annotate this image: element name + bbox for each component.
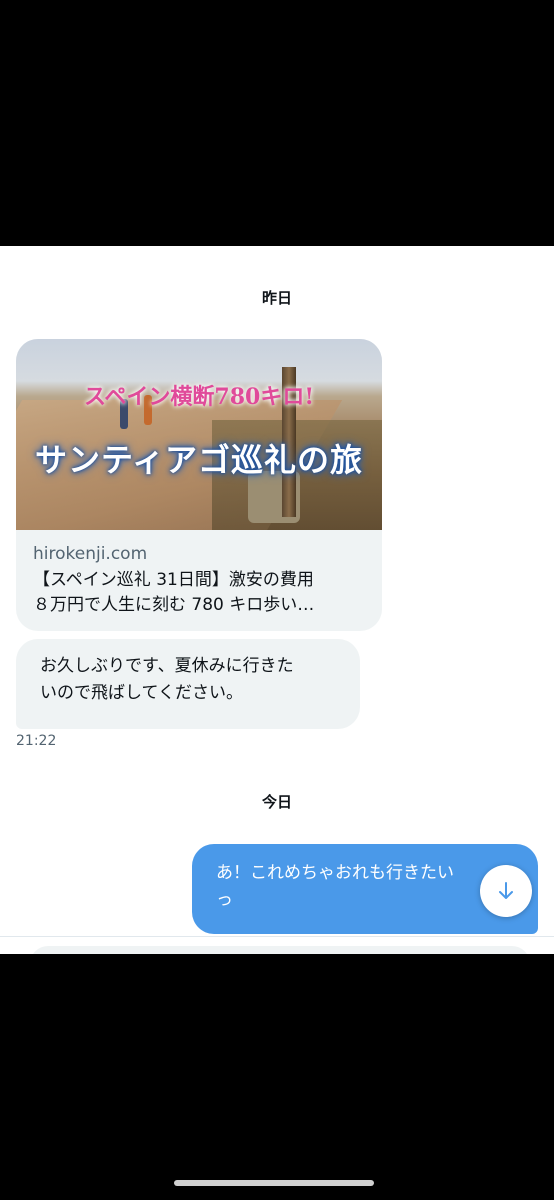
link-preview-card[interactable]: スペイン横断780キロ! サンティアゴ巡礼の旅 hirokenji.com 【ス… bbox=[16, 339, 382, 631]
received-message-bubble[interactable]: お久しぶりです、夏休みに行きた いので飛ばしてください。 bbox=[16, 639, 360, 729]
image-caption-main: サンティアゴ巡礼の旅 bbox=[34, 441, 364, 479]
scroll-to-bottom-button[interactable] bbox=[480, 865, 532, 917]
message-line: あ！これめちゃおれも行きたい bbox=[216, 863, 454, 883]
link-preview-image[interactable]: スペイン横断780キロ! サンティアゴ巡礼の旅 bbox=[16, 339, 382, 530]
link-title: 【スペイン巡礼 31日間】激安の費用 ８万円で人生に刻む 780 キロ歩い… bbox=[33, 568, 373, 618]
message-timestamp: 21:22 bbox=[16, 733, 57, 749]
composer-divider bbox=[0, 936, 554, 937]
message-line: お久しぶりです、夏休みに行きた bbox=[40, 656, 294, 676]
date-separator-yesterday: 昨日 bbox=[261, 289, 292, 307]
message-line: っ bbox=[216, 890, 233, 910]
home-indicator[interactable] bbox=[174, 1180, 374, 1186]
received-message-text: お久しぶりです、夏休みに行きた いので飛ばしてください。 bbox=[40, 653, 350, 707]
sent-message-text: あ！これめちゃおれも行きたい っ bbox=[216, 860, 516, 914]
image-caption-top: スペイン横断780キロ! bbox=[83, 384, 315, 410]
date-separator-today: 今日 bbox=[261, 793, 292, 811]
link-domain: hirokenji.com bbox=[33, 544, 148, 564]
message-line: いので飛ばしてください。 bbox=[40, 683, 243, 703]
dm-conversation: 昨日 スペイン横断780キロ! サンティアゴ巡礼の旅 hirokenji.com… bbox=[0, 246, 554, 954]
link-title-line: 【スペイン巡礼 31日間】激安の費用 bbox=[33, 570, 314, 590]
arrow-down-icon bbox=[499, 882, 513, 899]
link-title-line: ８万円で人生に刻む 780 キロ歩い… bbox=[33, 595, 315, 615]
partial-message-bubble bbox=[30, 946, 530, 954]
